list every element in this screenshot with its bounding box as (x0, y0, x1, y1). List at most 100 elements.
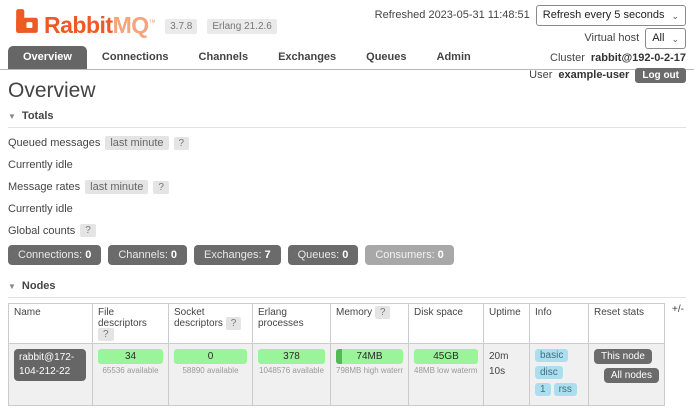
top-bar: RabbitMQ™ 3.7.8 Erlang 21.2.6 Refreshed … (0, 0, 694, 70)
brand-mq-text: MQ (113, 12, 149, 38)
nodes-section: ▼ Nodes Name File descriptors ? Socket d… (8, 277, 686, 410)
queues-count-label: Queues: (298, 249, 340, 261)
user-row: User example-user Log out (375, 68, 686, 83)
refresh-interval-select[interactable]: Refresh every 5 seconds ⌄ (536, 5, 686, 26)
global-counts-label: Global counts (8, 225, 75, 237)
user-label: User (529, 68, 552, 83)
brand-rabbit-text: Rabbit (44, 12, 113, 38)
file-descriptors-note: 65536 available (98, 366, 163, 375)
file-descriptors-meter: 34 (98, 349, 163, 364)
rabbitmq-logo-icon (14, 8, 40, 37)
refresh-interval-value: Refresh every 5 seconds (543, 8, 665, 23)
col-header-file-descriptors: File descriptors ? (93, 304, 169, 344)
nodes-section-header[interactable]: ▼ Nodes (8, 277, 686, 298)
connections-count-label: Connections: (18, 249, 82, 261)
info-cell: basic disc 1rss (530, 344, 589, 406)
totals-section-header[interactable]: ▼ Totals (8, 107, 686, 128)
rabbitmq-logo[interactable]: RabbitMQ™ (14, 8, 155, 37)
message-rates-row: Message rates last minute ? (8, 180, 686, 194)
memory-help-icon[interactable]: ? (375, 306, 391, 319)
queued-messages-label: Queued messages (8, 137, 100, 149)
queues-count-value: 0 (342, 249, 348, 261)
col-header-disk-space: Disk space (409, 304, 484, 344)
message-rates-label: Message rates (8, 181, 80, 193)
queued-help-icon[interactable]: ? (174, 137, 190, 150)
reset-all-nodes-button[interactable]: All nodes (604, 368, 659, 383)
chevron-down-icon: ⌄ (671, 13, 679, 19)
totals-section-title: Totals (22, 110, 54, 122)
exchanges-count-badge: Exchanges:7 (194, 245, 281, 265)
tab-exchanges[interactable]: Exchanges (263, 46, 351, 69)
logout-button[interactable]: Log out (635, 68, 686, 83)
disk-space-cell: 45GB 48MB low watermark (409, 344, 484, 406)
node-name-cell: rabbit@172-104-212-22 (9, 344, 93, 406)
tab-channels[interactable]: Channels (184, 46, 264, 69)
file-descriptors-cell: 34 65536 available (93, 344, 169, 406)
memory-cell: 74MB 798MB high watermark (331, 344, 409, 406)
col-header-memory: Memory ? (331, 304, 409, 344)
erlang-version-badge: Erlang 21.2.6 (207, 19, 277, 34)
col-header-reset-stats: Reset stats (589, 304, 665, 344)
channels-count-value: 0 (171, 249, 177, 261)
consumers-count-badge: Consumers: 0 (365, 245, 453, 265)
memory-meter: 74MB (336, 349, 403, 364)
col-header-erlang-processes: Erlang processes (253, 304, 331, 344)
queued-rate-mode-badge[interactable]: last minute (105, 136, 168, 150)
info-badge-1: 1 (535, 383, 551, 396)
header-status-area: Refreshed 2023-05-31 11:48:51 Refresh ev… (375, 5, 686, 85)
tab-connections[interactable]: Connections (87, 46, 184, 69)
fd-help-icon[interactable]: ? (98, 328, 114, 341)
col-header-name: Name (9, 304, 93, 344)
queued-messages-row: Queued messages last minute ? (8, 136, 686, 150)
connections-count-badge: Connections:0 (8, 245, 101, 265)
cluster-name: rabbit@192-0-2-17 (591, 51, 686, 66)
channels-count-label: Channels: (118, 249, 168, 261)
col-header-socket-descriptors: Socket descriptors ? (169, 304, 253, 344)
disk-space-note: 48MB low watermark (414, 366, 478, 375)
reset-this-node-button[interactable]: This node (594, 349, 652, 364)
nodes-table-wrap: Name File descriptors ? Socket descripto… (8, 303, 686, 406)
tab-queues[interactable]: Queues (351, 46, 421, 69)
rabbitmq-version-badge: 3.7.8 (165, 19, 197, 34)
info-badge-rss: rss (554, 383, 577, 396)
collapse-triangle-icon: ▼ (8, 112, 16, 121)
nodes-section-title: Nodes (22, 280, 56, 292)
info-badge-basic: basic (535, 349, 568, 362)
nodes-table-header-row: Name File descriptors ? Socket descripto… (9, 304, 665, 344)
virtual-host-value: All (652, 31, 664, 46)
erlang-processes-cell: 378 1048576 available (253, 344, 331, 406)
node-row: rabbit@172-104-212-22 34 65536 available… (9, 344, 665, 406)
cluster-label: Cluster (550, 51, 585, 66)
consumers-count-value: 0 (438, 249, 444, 261)
brand-wordmark: RabbitMQ™ (44, 14, 155, 37)
rates-idle-status: Currently idle (8, 203, 686, 215)
nodes-table: Name File descriptors ? Socket descripto… (8, 303, 665, 406)
connections-count-value: 0 (85, 249, 91, 261)
rates-help-icon[interactable]: ? (153, 181, 169, 194)
main-content: Overview ▼ Totals Queued messages last m… (0, 79, 694, 410)
socket-descriptors-note: 58890 available (174, 366, 247, 375)
consumers-count-label: Consumers: (375, 249, 434, 261)
socket-descriptors-meter: 0 (174, 349, 247, 364)
virtual-host-select[interactable]: All ⌄ (645, 28, 686, 49)
socket-descriptors-cell: 0 58890 available (169, 344, 253, 406)
reset-stats-cell: This node All nodes (589, 344, 665, 406)
info-badge-disc: disc (535, 366, 563, 379)
queued-idle-status: Currently idle (8, 159, 686, 171)
queues-count-badge: Queues:0 (288, 245, 359, 265)
sd-help-icon[interactable]: ? (226, 317, 242, 330)
rates-rate-mode-badge[interactable]: last minute (85, 180, 148, 194)
global-counts-help-icon[interactable]: ? (80, 224, 96, 237)
tab-admin[interactable]: Admin (422, 46, 486, 69)
channels-count-badge: Channels:0 (108, 245, 187, 265)
column-toggle-button[interactable]: +/- (672, 304, 684, 315)
refreshed-timestamp: Refreshed 2023-05-31 11:48:51 (375, 8, 530, 23)
node-name-badge: rabbit@172-104-212-22 (14, 349, 86, 381)
uptime-cell: 20m 10s (484, 344, 530, 406)
col-header-info: Info (530, 304, 589, 344)
erlang-processes-meter: 378 (258, 349, 325, 364)
global-counts-badges: Connections:0 Channels:0 Exchanges:7 Que… (8, 245, 686, 265)
tab-overview[interactable]: Overview (8, 46, 87, 69)
col-header-uptime: Uptime (484, 304, 530, 344)
refresh-row: Refreshed 2023-05-31 11:48:51 Refresh ev… (375, 5, 686, 26)
